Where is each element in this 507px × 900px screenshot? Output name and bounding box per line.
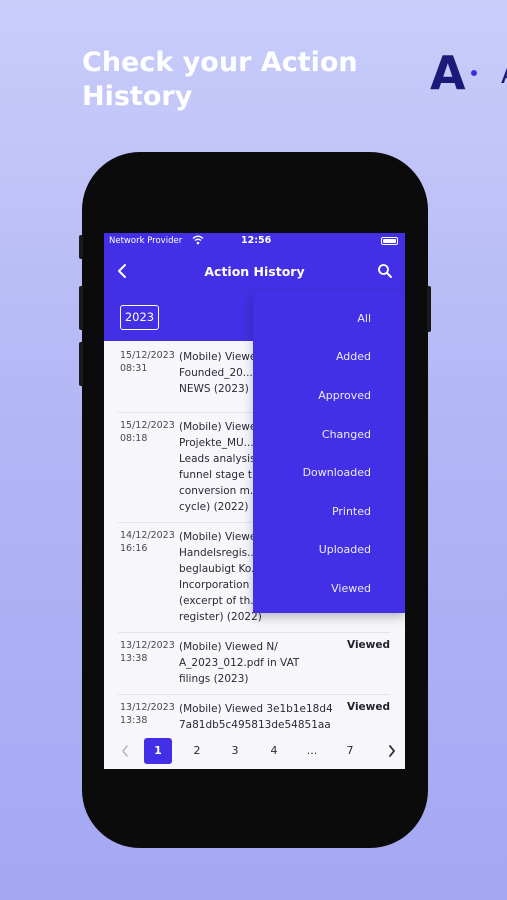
battery-icon bbox=[381, 237, 398, 245]
brand-logo-dot bbox=[471, 70, 477, 76]
phone-volume-up bbox=[79, 286, 83, 330]
promo-headline-line1: Check your Action bbox=[82, 47, 358, 78]
action-filter-menu: All Added Approved Changed Downloaded Pr… bbox=[253, 291, 405, 613]
phone-volume-down bbox=[79, 342, 83, 386]
page-button-3[interactable]: 3 bbox=[221, 738, 249, 764]
filter-option-all[interactable]: All bbox=[357, 312, 371, 325]
page-button-4[interactable]: 4 bbox=[260, 738, 288, 764]
history-description: (Mobile) Viewed N/ A_2023_012.pdf in VAT… bbox=[179, 641, 300, 685]
pagination: 1 2 3 4 ... 7 bbox=[104, 733, 405, 769]
history-action: Viewed bbox=[347, 639, 390, 651]
phone-power-button bbox=[427, 286, 431, 332]
app-screen: Network Provider 12:56 Action History 20… bbox=[104, 233, 405, 769]
phone-mute-switch bbox=[79, 235, 83, 259]
history-description: (Mobile) Viewed 3e1b1e18d4 7a81db5c49581… bbox=[179, 703, 333, 731]
filter-option-downloaded[interactable]: Downloaded bbox=[303, 466, 371, 479]
brand-logo: A bbox=[430, 46, 466, 100]
history-row[interactable]: 13/12/2023 13:38 (Mobile) Viewed N/ A_202… bbox=[118, 633, 390, 695]
page-button-7[interactable]: 7 bbox=[336, 738, 364, 764]
search-icon[interactable] bbox=[377, 263, 393, 279]
year-filter-button[interactable]: 2023 bbox=[120, 305, 159, 330]
filter-option-changed[interactable]: Changed bbox=[322, 428, 371, 441]
filter-option-printed[interactable]: Printed bbox=[332, 505, 371, 518]
status-time: 12:56 bbox=[241, 235, 272, 246]
page-button-1[interactable]: 1 bbox=[144, 738, 172, 764]
promo-headline-line2: History bbox=[82, 81, 193, 112]
filter-option-approved[interactable]: Approved bbox=[318, 389, 371, 402]
wifi-icon bbox=[192, 235, 204, 245]
history-date: 15/12/2023 08:18 bbox=[120, 420, 175, 444]
prev-page-icon[interactable] bbox=[120, 744, 130, 758]
filter-option-added[interactable]: Added bbox=[336, 350, 371, 363]
page-title: Action History bbox=[204, 264, 305, 279]
promo-headline: Check your Action History bbox=[82, 46, 382, 114]
history-date: 13/12/2023 13:38 bbox=[120, 702, 175, 726]
brand-logo-next: A bbox=[501, 60, 507, 90]
history-date: 13/12/2023 13:38 bbox=[120, 640, 175, 664]
filter-option-viewed[interactable]: Viewed bbox=[331, 582, 371, 595]
history-date: 15/12/2023 08:31 bbox=[120, 350, 175, 374]
status-bar: Network Provider 12:56 bbox=[104, 233, 405, 249]
filter-option-uploaded[interactable]: Uploaded bbox=[319, 543, 371, 556]
history-action: Viewed bbox=[347, 701, 390, 713]
history-date: 14/12/2023 16:16 bbox=[120, 530, 175, 554]
page-button-2[interactable]: 2 bbox=[183, 738, 211, 764]
page-ellipsis: ... bbox=[306, 744, 318, 757]
next-page-icon[interactable] bbox=[387, 744, 397, 758]
carrier-label: Network Provider bbox=[109, 236, 183, 246]
